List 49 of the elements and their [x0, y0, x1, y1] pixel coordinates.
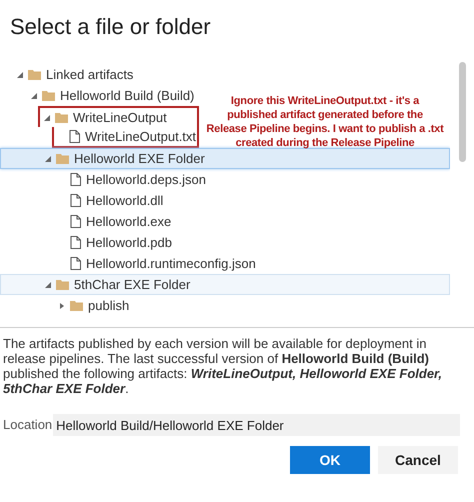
- cancel-button[interactable]: Cancel: [378, 446, 458, 474]
- folder-icon: [42, 90, 55, 101]
- tree-item[interactable]: Helloworld.runtimeconfig.json: [58, 253, 257, 274]
- file-icon: [70, 236, 81, 249]
- tree-item[interactable]: WriteLineOutput: [38, 106, 199, 127]
- folder-icon: [56, 279, 69, 290]
- tree-item[interactable]: Helloworld.pdb: [58, 232, 173, 253]
- item-label: Helloworld.exe: [86, 212, 172, 231]
- file-icon: [70, 215, 81, 228]
- location-label: Location: [3, 416, 52, 434]
- item-label: Helloworld Build (Build): [60, 86, 194, 105]
- file-icon: [70, 257, 81, 270]
- item-label: publish: [88, 296, 130, 315]
- item-label: Helloworld.pdb: [86, 234, 172, 252]
- item-label: Helloworld EXE Folder: [74, 150, 205, 168]
- item-label: WriteLineOutput: [73, 108, 167, 127]
- collapsed-caret-icon[interactable]: [59, 302, 65, 308]
- tree-item[interactable]: Helloworld.exe: [58, 211, 172, 232]
- description-text: The artifacts published by each version will be available for deployment in release pipelines. The last successful version of Helloworld Build (Build) published the following artifacts: WriteLineOutput, Helloworld EXE Folder, 5thChar EXE Folder.: [2, 335, 443, 398]
- expanded-caret-icon[interactable]: [45, 156, 51, 162]
- expanded-caret-icon[interactable]: [31, 92, 37, 98]
- item-label: WriteLineOutput.txt: [85, 128, 196, 146]
- scrollbar-thumb[interactable]: [458, 62, 466, 162]
- expanded-caret-icon[interactable]: [45, 282, 51, 288]
- tree-item[interactable]: Helloworld Build (Build): [30, 85, 196, 106]
- folder-icon: [70, 300, 83, 311]
- item-label: Linked artifacts: [46, 66, 134, 84]
- item-label: Helloworld.deps.json: [86, 170, 206, 189]
- annotation-text: Ignore this WriteLineOutput.txt - it's a published artifact generated before the Release Pipeline begins. I want to publish a .txt created during the Release Pipeline: [206, 94, 444, 150]
- tree-item[interactable]: Helloworld.dll: [58, 190, 164, 211]
- folder-icon: [56, 153, 69, 164]
- tree-item[interactable]: Linked artifacts: [16, 64, 134, 85]
- dialog-title: Select a file or folder: [9, 13, 212, 41]
- tree-item[interactable]: publish: [58, 295, 130, 316]
- tree-item[interactable]: Helloworld EXE Folder: [0, 148, 450, 169]
- location-field[interactable]: Helloworld Build/Helloworld EXE Folder: [53, 414, 460, 436]
- folder-icon: [28, 69, 41, 80]
- tree-item[interactable]: Helloworld.deps.json: [58, 169, 207, 190]
- file-icon: [70, 173, 81, 186]
- ok-button[interactable]: OK: [290, 446, 370, 474]
- item-label: Helloworld.runtimeconfig.json: [86, 254, 256, 273]
- expanded-caret-icon[interactable]: [17, 72, 23, 78]
- expanded-caret-icon[interactable]: [44, 114, 50, 120]
- item-label: Helloworld.dll: [86, 192, 164, 210]
- file-icon: [70, 194, 81, 207]
- folder-icon: [55, 112, 68, 123]
- file-icon: [69, 130, 80, 143]
- tree-item[interactable]: 5thChar EXE Folder: [0, 274, 450, 295]
- item-label: 5thChar EXE Folder: [74, 276, 190, 294]
